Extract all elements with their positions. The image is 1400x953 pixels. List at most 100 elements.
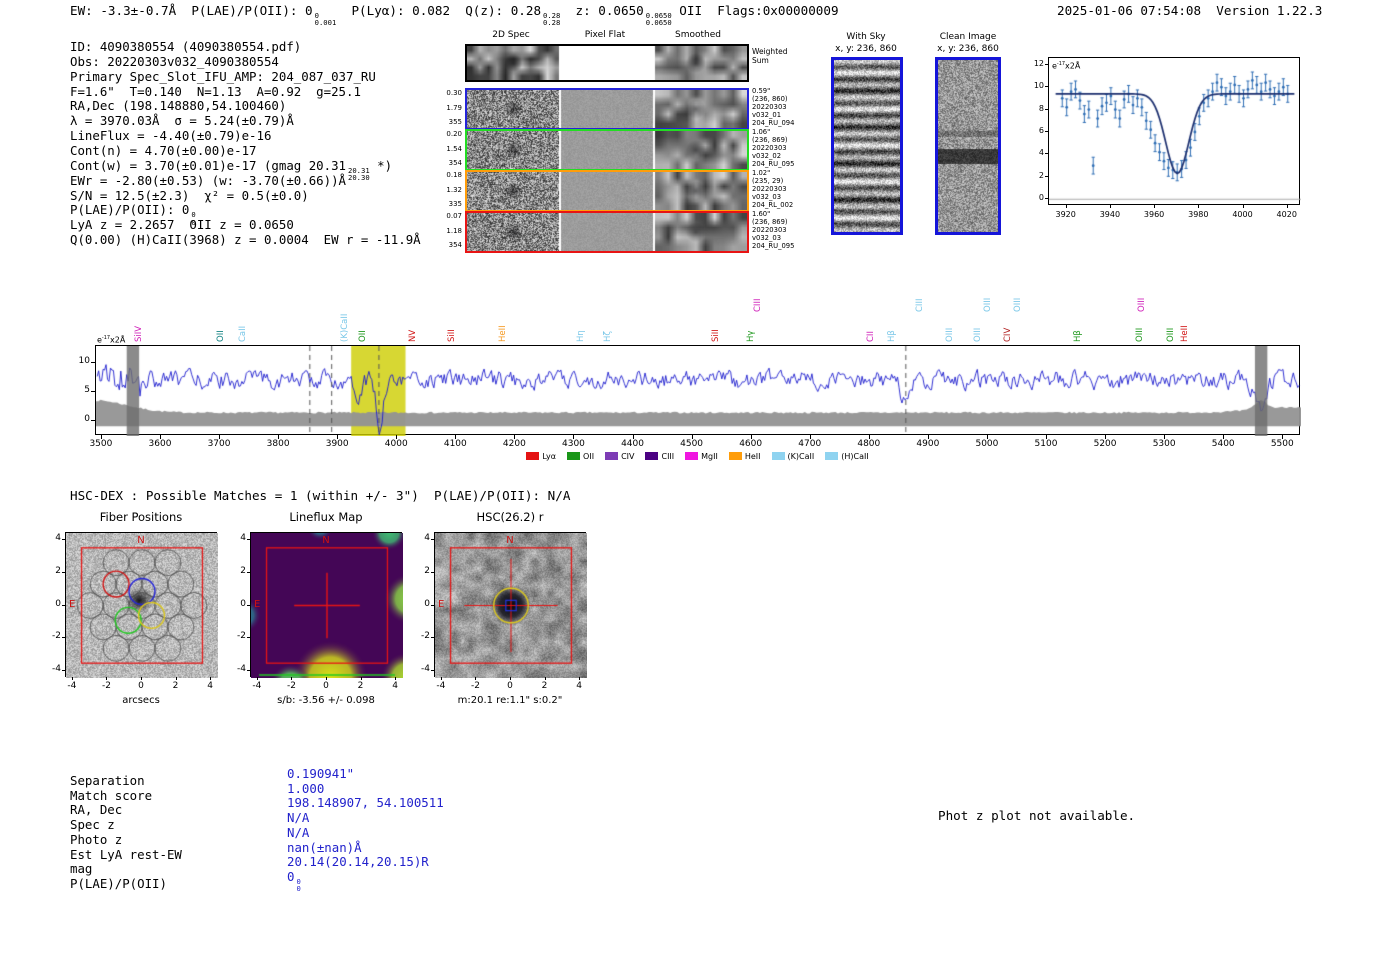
hsc-match-line: HSC-DEX : Possible Matches = 1 (within +… — [70, 488, 571, 503]
spec2d-left-value: 1.18 — [446, 226, 462, 235]
ylabel-exponent: -17 — [101, 335, 111, 341]
cutout-x-tick-label: -4 — [252, 681, 262, 691]
spectrum-x-tick-label: 5000 — [975, 439, 999, 449]
spectral-line-label: (K)CaII — [340, 313, 351, 342]
match-row-label: Est LyA rest-EW — [70, 846, 182, 862]
spectrum-x-tick-label: 4800 — [857, 439, 881, 449]
axis-tick — [278, 435, 280, 439]
match-row-value: 000 — [287, 869, 301, 894]
cutout-title-2: HSC(26.2) r — [476, 510, 544, 524]
info-line: Cont(n) = 4.70(±0.00)e-17 — [70, 143, 257, 158]
plae-poii-value: P(LAE)/P(OII): 0 — [191, 3, 313, 18]
axis-tick — [440, 677, 442, 680]
spectral-line-label: CIV — [1003, 327, 1014, 342]
ylabel-exponent: -17 — [1056, 61, 1066, 67]
legend-swatch — [645, 452, 659, 460]
axis-tick — [141, 677, 142, 680]
zoom-y-tick-label: 8 — [1038, 103, 1044, 113]
match-row-value: N/A — [287, 825, 309, 840]
spec2d-right-labels: 1.02" (235, 29) 20220303 v032_03 204_RL_002 — [752, 169, 798, 210]
match-row-value: 0.190941" — [287, 767, 354, 781]
axis-tick — [809, 435, 811, 439]
spec2d-strip-image — [467, 172, 747, 210]
spectral-line-label: OII — [215, 330, 226, 342]
axis-tick — [544, 677, 546, 680]
full-spectrum-canvas — [96, 346, 1301, 436]
axis-tick — [1242, 205, 1244, 208]
zoom-y-tick-label: 6 — [1038, 126, 1044, 135]
stack-sub: 0 — [296, 884, 301, 894]
stacked-fraction: 20.31 20.30 — [348, 166, 370, 181]
header-summary-line: EW: -3.3±-0.7Å P(LAE)/P(OII): 0 0 0.001 P(… — [70, 3, 839, 27]
ylabel-post: x2Å — [1065, 61, 1081, 71]
spectral-line-label: SiII — [710, 329, 721, 342]
spectral-line-label: SiII — [446, 329, 457, 342]
axis-tick — [100, 435, 102, 439]
stacked-fraction: 00 — [296, 877, 301, 894]
cutout-y-tick-label: -4 — [52, 664, 61, 675]
match-row-label: Match score — [70, 787, 153, 803]
spec2d-left-labels: 0.30 1.79 355 — [438, 89, 462, 127]
spec2d-strip — [465, 129, 749, 171]
axis-tick — [475, 677, 477, 680]
cutout-x-tick-label: -2 — [470, 681, 480, 691]
match-row-value: nan(±nan)Å — [287, 840, 362, 855]
east-label: E — [254, 598, 261, 610]
legend-item: CIV — [605, 452, 634, 461]
legend-label: CIV — [621, 451, 635, 461]
legend-item: CIII — [645, 452, 674, 461]
legend-label: (H)CaII — [841, 451, 869, 461]
east-label: E — [69, 598, 76, 610]
spec2d-left-value: 1.79 — [446, 103, 462, 112]
cutout-y-tick-label: 2 — [424, 565, 430, 576]
report-version: Version 1.22.3 — [1216, 3, 1323, 18]
spectral-line-label: CIII — [914, 298, 925, 312]
spec2d-right-labels: 1.60" (236, 869) 20220303 v032_03 204_RU_095 — [752, 210, 798, 251]
spectral-line-label: OIII — [1166, 327, 1177, 342]
spectrum-x-tick-label: 5200 — [1093, 439, 1117, 449]
legend-swatch — [685, 452, 699, 460]
zoom-x-tick-label: 3960 — [1143, 210, 1165, 219]
cutout-frame-1 — [250, 532, 403, 678]
axis-tick — [247, 637, 250, 639]
cutout-x-tick-label: -2 — [101, 681, 111, 691]
axis-tick — [1105, 435, 1107, 439]
axis-tick — [1198, 205, 1200, 208]
spec2d-col-title: 2D Spec — [492, 30, 530, 40]
spectrum-x-tick-label: 5500 — [1270, 439, 1294, 449]
photz-note: Phot z plot not available. — [938, 808, 1136, 823]
axis-tick — [62, 604, 65, 606]
spectrum-legend: Lyα OII CIV CIII MgII HeII (K)CaII (H)CaII — [95, 450, 1300, 462]
axis-tick — [219, 435, 221, 439]
spectral-line-label: NV — [407, 329, 418, 342]
spectral-line-label: CaII — [237, 325, 248, 342]
match-value-text: 20.14(20.14,20.15)R — [287, 854, 429, 870]
spectrum-x-tick-label: 4200 — [502, 439, 526, 449]
spectral-line-label: OIII — [973, 327, 984, 342]
zoom-x-tick-label: 3940 — [1099, 210, 1121, 219]
spec2d-right-value: 204_RU_095 — [752, 241, 795, 250]
spectrum-x-tick-label: 4000 — [384, 439, 408, 449]
spectral-line-label: CIII — [752, 298, 763, 312]
info-line-text: EWr = -2.80(±0.53) (w: -3.70(±0.66))Å — [70, 172, 347, 188]
zoom-y-tick-label: 2 — [1038, 170, 1044, 180]
stacked-fraction: 0 0.001 — [315, 12, 337, 27]
cutout-canvas-1 — [251, 533, 403, 678]
axis-tick — [510, 677, 511, 680]
with-sky-image — [834, 60, 900, 232]
spec2d-left-value: 355 — [448, 118, 462, 126]
spectral-line-label: Hβ — [887, 330, 897, 342]
cutout-x-tick-label: 2 — [541, 681, 548, 691]
axis-tick — [986, 435, 988, 439]
cutout-canvas-2 — [435, 533, 587, 678]
spectrum-y-tick-label: 10 — [78, 356, 90, 367]
axis-tick — [1164, 435, 1166, 439]
zoom-plot-frame — [1048, 57, 1301, 206]
spectrum-x-tick-label: 4100 — [443, 439, 467, 449]
match-value-text: 0.190941" — [287, 766, 355, 781]
spec2d-left-value: 354 — [448, 241, 462, 249]
axis-tick — [1045, 153, 1048, 155]
redshift-value: z: 0.0650 — [560, 3, 644, 18]
info-line: LineFlux = -4.40(±0.79)e-16 — [70, 129, 271, 143]
spectrum-x-tick-label: 4700 — [798, 439, 822, 449]
